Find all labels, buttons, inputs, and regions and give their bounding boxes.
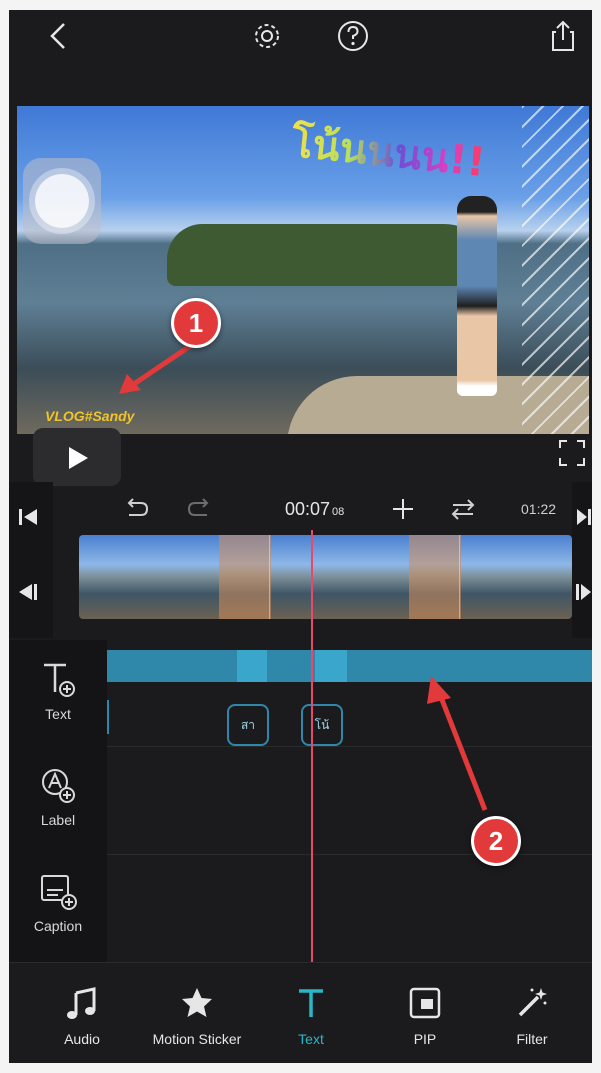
text-track-segment[interactable] (315, 650, 347, 682)
annotation-marker-2: 2 (471, 816, 521, 866)
gear-icon[interactable] (249, 18, 285, 54)
annotation-marker-1: 1 (171, 298, 221, 348)
row-divider (107, 854, 592, 855)
tab-audio-label: Audio (64, 1031, 100, 1047)
undo-icon[interactable] (121, 497, 149, 526)
jump-to-end-icon[interactable] (575, 507, 592, 532)
current-time-value: 00:07 (285, 499, 331, 519)
tab-text[interactable]: Text (251, 985, 371, 1047)
jump-to-start-icon[interactable] (17, 507, 39, 532)
text-track-segment[interactable] (237, 650, 267, 682)
share-icon[interactable] (545, 18, 581, 54)
add-label-layer-button[interactable]: Label (9, 766, 107, 828)
preview-bridge (522, 106, 589, 434)
clip-divider (269, 535, 270, 619)
timeline-right-rail (572, 482, 592, 638)
text-item-chip[interactable]: สา (227, 704, 269, 746)
row-divider (107, 746, 592, 747)
text-add-icon (44, 663, 75, 697)
pip-icon (409, 987, 441, 1019)
add-text-layer-button[interactable]: Text (9, 660, 107, 722)
tab-audio[interactable]: Audio (22, 985, 142, 1047)
clip-thumbnail-figure (219, 535, 271, 619)
tab-pip[interactable]: PIP (365, 985, 485, 1047)
text-layer-track[interactable] (107, 650, 592, 682)
total-time: 01:22 (521, 501, 557, 517)
caption-layer-label: Caption (33, 918, 83, 934)
add-caption-layer-button[interactable]: Caption (9, 872, 107, 934)
top-toolbar (9, 10, 592, 98)
tab-motion-sticker-label: Motion Sticker (152, 1031, 242, 1047)
assistive-touch-dot (35, 174, 89, 228)
star-sticker-icon (182, 988, 212, 1017)
annotation-arrow-2 (427, 676, 488, 811)
help-icon[interactable] (335, 18, 371, 54)
current-time: 00:07 08 (285, 499, 344, 520)
assistive-touch-button[interactable] (23, 158, 101, 244)
video-clip-strip[interactable] (79, 535, 572, 619)
playhead[interactable] (311, 530, 313, 962)
label-add-icon (42, 769, 75, 803)
previous-frame-icon[interactable] (17, 582, 39, 607)
timeline-left-rail (9, 482, 53, 638)
preview-person (457, 196, 497, 396)
text-icon (299, 989, 323, 1017)
fullscreen-icon[interactable] (557, 438, 587, 468)
back-icon[interactable] (41, 18, 77, 54)
play-button[interactable] (33, 428, 121, 486)
text-layer-label: Text (45, 706, 71, 722)
clip-thumbnail-figure (409, 535, 461, 619)
bottom-tab-bar: Audio Motion Sticker Text PIP Filter (9, 962, 592, 1063)
caption-add-icon (41, 875, 77, 910)
tab-filter[interactable]: Filter (472, 985, 592, 1047)
text-track-start-marker (107, 700, 109, 734)
tab-text-label: Text (298, 1031, 324, 1047)
tab-pip-label: PIP (413, 1031, 437, 1047)
tab-motion-sticker[interactable]: Motion Sticker (137, 985, 257, 1047)
swap-icon[interactable] (449, 497, 477, 526)
text-item-chip[interactable]: โน้ (301, 704, 343, 746)
add-clip-icon[interactable] (391, 497, 415, 526)
next-frame-icon[interactable] (575, 582, 592, 607)
tab-filter-label: Filter (516, 1031, 548, 1047)
watermark-text[interactable]: VLOG#Sandy (45, 408, 134, 424)
current-time-frames: 08 (332, 506, 345, 518)
play-icon (69, 447, 88, 469)
music-note-icon (67, 987, 96, 1019)
label-layer-label: Label (40, 812, 76, 828)
magic-wand-icon (518, 988, 547, 1017)
redo-icon[interactable] (187, 497, 215, 526)
app-screen: โน้นนนน!! VLOG#Sandy 00:07 08 01:22 Text… (9, 10, 592, 1063)
preview-trees (167, 224, 497, 286)
clip-divider (459, 535, 460, 619)
